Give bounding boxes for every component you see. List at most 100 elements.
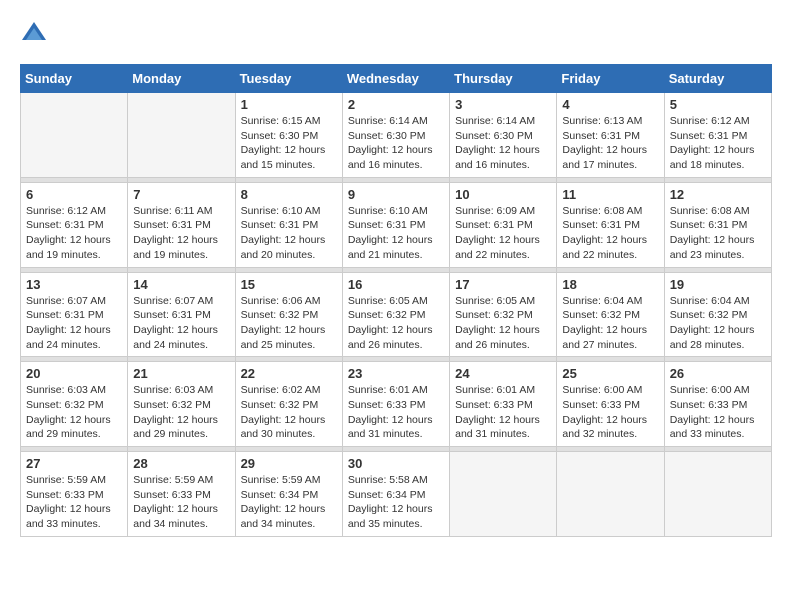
calendar-cell xyxy=(557,452,664,537)
day-info: Sunrise: 6:08 AMSunset: 6:31 PMDaylight:… xyxy=(670,204,766,263)
calendar-cell: 30 Sunrise: 5:58 AMSunset: 6:34 PMDayligh… xyxy=(342,452,449,537)
calendar-cell: 24 Sunrise: 6:01 AMSunset: 6:33 PMDayligh… xyxy=(450,362,557,447)
calendar-cell: 1 Sunrise: 6:15 AMSunset: 6:30 PMDaylight… xyxy=(235,93,342,178)
calendar-cell: 16Sunrise: 6:05 AMSunset: 6:32 PMDayligh… xyxy=(342,272,449,357)
calendar-cell: 20 Sunrise: 6:03 AMSunset: 6:32 PMDayligh… xyxy=(21,362,128,447)
day-info: Sunrise: 6:14 AMSunset: 6:30 PMDaylight:… xyxy=(348,114,444,173)
calendar-cell: 27 Sunrise: 5:59 AMSunset: 6:33 PMDayligh… xyxy=(21,452,128,537)
day-number: 14 xyxy=(133,277,229,292)
day-number: 18 xyxy=(562,277,658,292)
calendar-cell: 5 Sunrise: 6:12 AMSunset: 6:31 PMDaylight… xyxy=(664,93,771,178)
calendar-cell: 7 Sunrise: 6:11 AMSunset: 6:31 PMDaylight… xyxy=(128,182,235,267)
logo-icon xyxy=(20,20,48,48)
day-info: Sunrise: 6:04 AMSunset: 6:32 PMDaylight:… xyxy=(670,294,766,353)
day-number: 24 xyxy=(455,366,551,381)
calendar-cell: 23 Sunrise: 6:01 AMSunset: 6:33 PMDayligh… xyxy=(342,362,449,447)
calendar-cell xyxy=(21,93,128,178)
day-number: 28 xyxy=(133,456,229,471)
column-header-wednesday: Wednesday xyxy=(342,65,449,93)
day-info: Sunrise: 6:03 AMSunset: 6:32 PMDaylight:… xyxy=(133,383,229,442)
day-info: Sunrise: 6:05 AMSunset: 6:32 PMDaylight:… xyxy=(348,294,444,353)
column-header-thursday: Thursday xyxy=(450,65,557,93)
day-number: 7 xyxy=(133,187,229,202)
day-info: Sunrise: 6:01 AMSunset: 6:33 PMDaylight:… xyxy=(455,383,551,442)
column-header-saturday: Saturday xyxy=(664,65,771,93)
day-info: Sunrise: 6:08 AMSunset: 6:31 PMDaylight:… xyxy=(562,204,658,263)
day-number: 23 xyxy=(348,366,444,381)
calendar-week-row: 20 Sunrise: 6:03 AMSunset: 6:32 PMDayligh… xyxy=(21,362,772,447)
calendar-week-row: 13Sunrise: 6:07 AMSunset: 6:31 PMDayligh… xyxy=(21,272,772,357)
day-info: Sunrise: 6:07 AMSunset: 6:31 PMDaylight:… xyxy=(26,294,122,353)
page-header xyxy=(20,20,772,48)
calendar-cell: 4 Sunrise: 6:13 AMSunset: 6:31 PMDaylight… xyxy=(557,93,664,178)
day-info: Sunrise: 6:07 AMSunset: 6:31 PMDaylight:… xyxy=(133,294,229,353)
day-number: 25 xyxy=(562,366,658,381)
calendar-cell: 21 Sunrise: 6:03 AMSunset: 6:32 PMDayligh… xyxy=(128,362,235,447)
calendar-cell: 8 Sunrise: 6:10 AMSunset: 6:31 PMDaylight… xyxy=(235,182,342,267)
calendar-cell: 25Sunrise: 6:00 AMSunset: 6:33 PMDayligh… xyxy=(557,362,664,447)
day-info: Sunrise: 6:10 AMSunset: 6:31 PMDaylight:… xyxy=(241,204,337,263)
calendar-cell: 11 Sunrise: 6:08 AMSunset: 6:31 PMDayligh… xyxy=(557,182,664,267)
day-info: Sunrise: 5:59 AMSunset: 6:34 PMDaylight:… xyxy=(241,473,337,532)
day-info: Sunrise: 6:05 AMSunset: 6:32 PMDaylight:… xyxy=(455,294,551,353)
calendar-cell: 29 Sunrise: 5:59 AMSunset: 6:34 PMDayligh… xyxy=(235,452,342,537)
calendar-cell: 19 Sunrise: 6:04 AMSunset: 6:32 PMDayligh… xyxy=(664,272,771,357)
day-number: 2 xyxy=(348,97,444,112)
day-info: Sunrise: 6:01 AMSunset: 6:33 PMDaylight:… xyxy=(348,383,444,442)
day-number: 9 xyxy=(348,187,444,202)
day-info: Sunrise: 6:11 AMSunset: 6:31 PMDaylight:… xyxy=(133,204,229,263)
day-number: 21 xyxy=(133,366,229,381)
calendar-week-row: 1 Sunrise: 6:15 AMSunset: 6:30 PMDaylight… xyxy=(21,93,772,178)
calendar-cell: 13Sunrise: 6:07 AMSunset: 6:31 PMDayligh… xyxy=(21,272,128,357)
calendar-cell xyxy=(664,452,771,537)
calendar-cell: 22 Sunrise: 6:02 AMSunset: 6:32 PMDayligh… xyxy=(235,362,342,447)
calendar-cell: 2 Sunrise: 6:14 AMSunset: 6:30 PMDaylight… xyxy=(342,93,449,178)
column-header-friday: Friday xyxy=(557,65,664,93)
day-info: Sunrise: 6:15 AMSunset: 6:30 PMDaylight:… xyxy=(241,114,337,173)
calendar-week-row: 27 Sunrise: 5:59 AMSunset: 6:33 PMDayligh… xyxy=(21,452,772,537)
calendar-week-row: 6Sunrise: 6:12 AMSunset: 6:31 PMDaylight… xyxy=(21,182,772,267)
day-number: 4 xyxy=(562,97,658,112)
day-number: 27 xyxy=(26,456,122,471)
day-info: Sunrise: 6:13 AMSunset: 6:31 PMDaylight:… xyxy=(562,114,658,173)
day-number: 3 xyxy=(455,97,551,112)
calendar-cell: 26Sunrise: 6:00 AMSunset: 6:33 PMDayligh… xyxy=(664,362,771,447)
calendar-cell: 15 Sunrise: 6:06 AMSunset: 6:32 PMDayligh… xyxy=(235,272,342,357)
day-number: 1 xyxy=(241,97,337,112)
day-info: Sunrise: 5:58 AMSunset: 6:34 PMDaylight:… xyxy=(348,473,444,532)
calendar-cell: 17 Sunrise: 6:05 AMSunset: 6:32 PMDayligh… xyxy=(450,272,557,357)
column-header-tuesday: Tuesday xyxy=(235,65,342,93)
column-header-sunday: Sunday xyxy=(21,65,128,93)
day-number: 19 xyxy=(670,277,766,292)
day-info: Sunrise: 6:02 AMSunset: 6:32 PMDaylight:… xyxy=(241,383,337,442)
day-number: 30 xyxy=(348,456,444,471)
day-number: 29 xyxy=(241,456,337,471)
calendar-cell: 3 Sunrise: 6:14 AMSunset: 6:30 PMDaylight… xyxy=(450,93,557,178)
calendar-cell xyxy=(128,93,235,178)
day-info: Sunrise: 6:12 AMSunset: 6:31 PMDaylight:… xyxy=(26,204,122,263)
calendar-cell: 12Sunrise: 6:08 AMSunset: 6:31 PMDayligh… xyxy=(664,182,771,267)
calendar-header-row: SundayMondayTuesdayWednesdayThursdayFrid… xyxy=(21,65,772,93)
day-number: 15 xyxy=(241,277,337,292)
day-info: Sunrise: 6:00 AMSunset: 6:33 PMDaylight:… xyxy=(670,383,766,442)
day-number: 5 xyxy=(670,97,766,112)
calendar-cell: 18Sunrise: 6:04 AMSunset: 6:32 PMDayligh… xyxy=(557,272,664,357)
day-info: Sunrise: 6:03 AMSunset: 6:32 PMDaylight:… xyxy=(26,383,122,442)
calendar-cell: 14 Sunrise: 6:07 AMSunset: 6:31 PMDayligh… xyxy=(128,272,235,357)
day-number: 20 xyxy=(26,366,122,381)
day-number: 8 xyxy=(241,187,337,202)
day-info: Sunrise: 5:59 AMSunset: 6:33 PMDaylight:… xyxy=(26,473,122,532)
day-number: 22 xyxy=(241,366,337,381)
day-number: 11 xyxy=(562,187,658,202)
calendar-cell: 28 Sunrise: 5:59 AMSunset: 6:33 PMDayligh… xyxy=(128,452,235,537)
logo xyxy=(20,20,52,48)
day-info: Sunrise: 6:12 AMSunset: 6:31 PMDaylight:… xyxy=(670,114,766,173)
column-header-monday: Monday xyxy=(128,65,235,93)
day-info: Sunrise: 5:59 AMSunset: 6:33 PMDaylight:… xyxy=(133,473,229,532)
day-info: Sunrise: 6:14 AMSunset: 6:30 PMDaylight:… xyxy=(455,114,551,173)
day-number: 10 xyxy=(455,187,551,202)
calendar-cell: 6Sunrise: 6:12 AMSunset: 6:31 PMDaylight… xyxy=(21,182,128,267)
day-info: Sunrise: 6:06 AMSunset: 6:32 PMDaylight:… xyxy=(241,294,337,353)
day-number: 17 xyxy=(455,277,551,292)
calendar-cell: 10Sunrise: 6:09 AMSunset: 6:31 PMDayligh… xyxy=(450,182,557,267)
